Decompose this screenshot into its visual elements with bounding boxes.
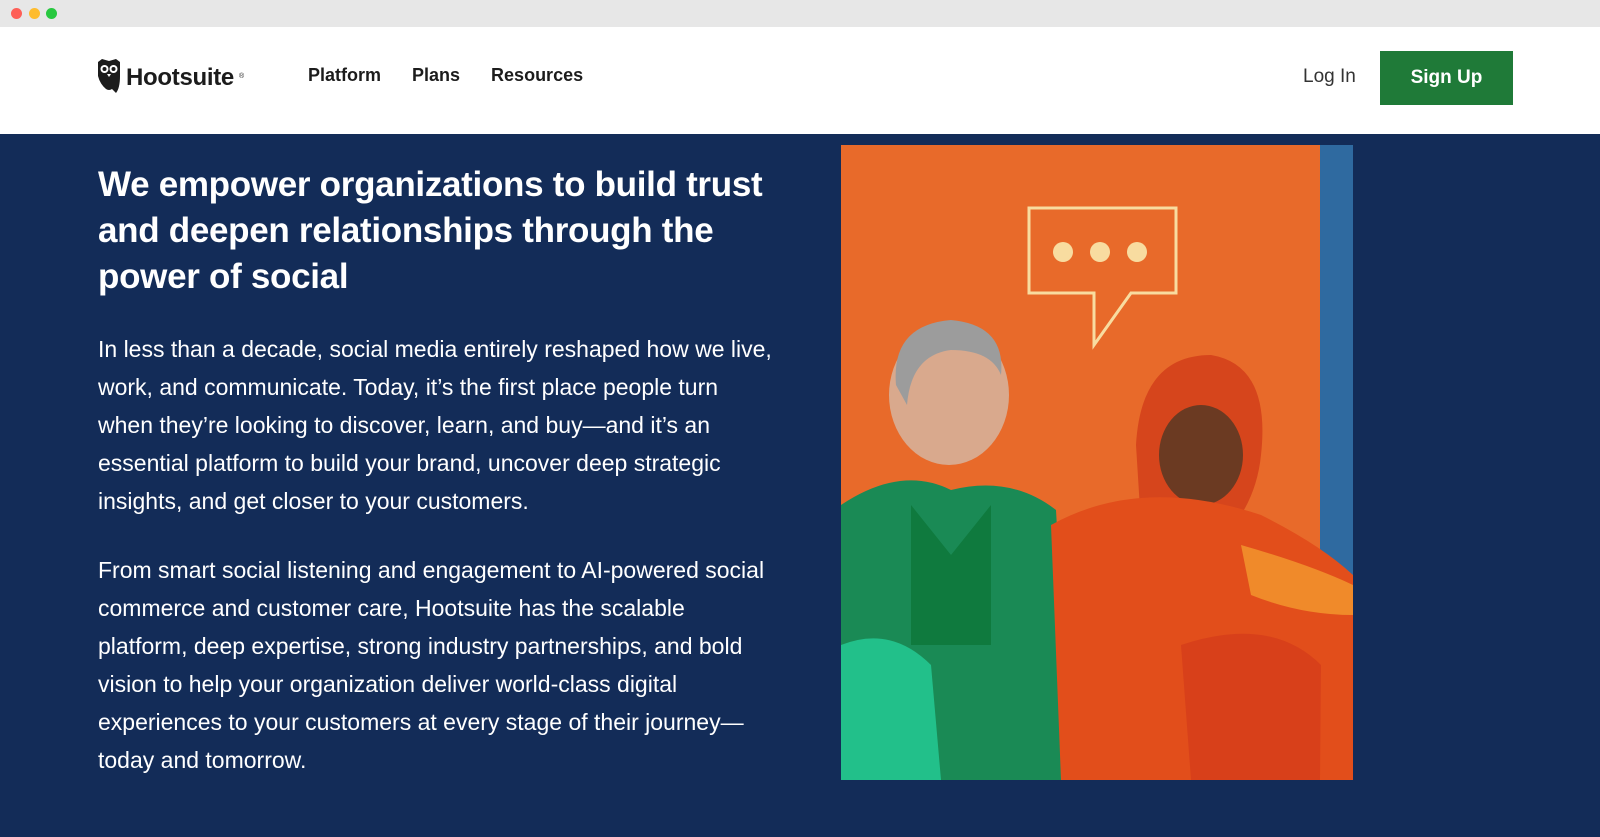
hero-paragraph-2: From smart social listening and engageme…	[98, 557, 765, 773]
hootsuite-logo[interactable]: Hootsuite ®	[96, 58, 245, 99]
hero-section: We empower organizations to build trust …	[0, 134, 1600, 837]
close-window-icon[interactable]	[11, 8, 22, 19]
login-link[interactable]: Log In	[1303, 66, 1356, 88]
main-nav: Platform Plans Resources	[308, 65, 583, 86]
minimize-window-icon[interactable]	[29, 8, 40, 19]
nav-item-platform[interactable]: Platform	[308, 65, 381, 86]
browser-titlebar	[0, 0, 1600, 27]
owl-icon	[96, 58, 122, 99]
maximize-window-icon[interactable]	[46, 8, 57, 19]
hero-title: We empower organizations to build trust …	[98, 165, 763, 296]
registered-mark: ®	[238, 72, 245, 80]
hero-paragraph-1: In less than a decade, social media enti…	[98, 336, 772, 514]
nav-item-resources[interactable]: Resources	[491, 65, 583, 86]
nav-item-plans[interactable]: Plans	[412, 65, 460, 86]
hero-photo	[841, 145, 1353, 780]
signup-button[interactable]: Sign Up	[1380, 51, 1513, 105]
logo-text: Hootsuite	[126, 64, 234, 91]
